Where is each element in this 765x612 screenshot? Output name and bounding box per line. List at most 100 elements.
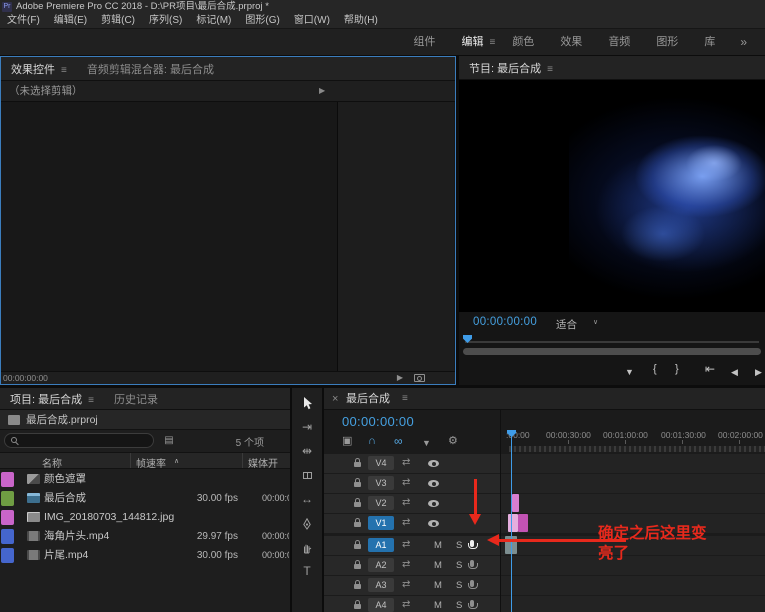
search-input[interactable]	[4, 433, 154, 448]
menu-item-help[interactable]: 帮助(H)	[337, 14, 385, 28]
track-target-badge[interactable]: A4	[368, 598, 394, 612]
razor-tool[interactable]	[292, 464, 322, 486]
snap-magnet-icon[interactable]: ∩	[368, 434, 376, 448]
mark-out-button[interactable]: }	[675, 361, 679, 377]
playhead-line[interactable]	[511, 432, 512, 612]
solo-button[interactable]: S	[456, 559, 462, 572]
panel-menu-icon[interactable]: ≡	[489, 37, 495, 48]
video-track-lane[interactable]	[501, 474, 765, 493]
hand-tool[interactable]	[292, 536, 322, 558]
timeline-settings-icon[interactable]: ⚙	[448, 434, 458, 448]
project-item-row[interactable]: IMG_20180703_144812.jpg	[0, 508, 290, 527]
video-track-lane[interactable]	[501, 454, 765, 473]
workspace-tab-effects[interactable]: 效果	[547, 29, 595, 55]
panel-menu-icon[interactable]: ≡	[547, 64, 553, 75]
track-output-eye-icon[interactable]	[428, 460, 439, 467]
track-target-badge[interactable]: V3	[368, 476, 394, 490]
workspace-tab-audio[interactable]: 音频	[595, 29, 643, 55]
track-lock-icon[interactable]	[354, 502, 361, 507]
go-to-in-button[interactable]: ⇤	[705, 361, 715, 377]
project-item-row[interactable]: 颜色遮罩	[0, 470, 290, 489]
label-chip[interactable]	[1, 491, 14, 506]
menu-item-sequence[interactable]: 序列(S)	[142, 14, 189, 28]
timeline-clip[interactable]	[512, 494, 519, 512]
label-chip[interactable]	[1, 472, 14, 487]
track-target-badge[interactable]: V2	[368, 496, 394, 510]
track-lock-icon[interactable]	[354, 604, 361, 609]
mute-button[interactable]: M	[434, 579, 442, 592]
track-output-eye-icon[interactable]	[428, 520, 439, 527]
panel-menu-icon[interactable]: ≡	[88, 395, 94, 406]
track-target-badge[interactable]: A2	[368, 558, 394, 572]
zoom-level-select[interactable]: 适合	[556, 317, 577, 332]
track-target-badge[interactable]: A3	[368, 578, 394, 592]
project-item-row[interactable]: 最后合成 30.00 fps 00:00:0	[0, 489, 290, 508]
collapse-arrow-icon[interactable]: ▶	[319, 87, 325, 95]
track-target-badge[interactable]: V1	[368, 516, 394, 530]
panel-menu-icon[interactable]: ≡	[402, 393, 408, 405]
workspace-overflow-icon[interactable]: »	[728, 35, 765, 49]
project-item-row[interactable]: 片尾.mp4 30.00 fps 00:00:0	[0, 546, 290, 565]
tab-project[interactable]: 项目: 最后合成≡	[0, 391, 104, 407]
panel-menu-icon[interactable]: ≡	[61, 65, 67, 76]
track-output-eye-icon[interactable]	[428, 500, 439, 507]
solo-button[interactable]: S	[456, 579, 462, 592]
voiceover-record-icon[interactable]	[470, 580, 474, 587]
menu-item-file[interactable]: 文件(F)	[0, 14, 47, 28]
step-back-button[interactable]: ◀	[731, 364, 738, 380]
track-lock-icon[interactable]	[354, 522, 361, 527]
close-icon[interactable]: ×	[332, 392, 338, 406]
track-lock-icon[interactable]	[354, 564, 361, 569]
track-lock-icon[interactable]	[354, 482, 361, 487]
tab-history[interactable]: 历史记录	[104, 391, 168, 407]
label-chip[interactable]	[1, 548, 14, 563]
project-file-name[interactable]: 最后合成.prproj	[26, 410, 98, 430]
chevron-down-icon[interactable]: ∨	[593, 318, 598, 326]
column-media-start[interactable]: 媒体开	[248, 455, 278, 470]
timeline-timecode[interactable]: 00:00:00:00	[342, 414, 414, 429]
label-chip[interactable]	[1, 510, 14, 525]
workspace-tab-graphics[interactable]: 图形	[643, 29, 691, 55]
voiceover-record-icon[interactable]	[470, 540, 474, 547]
video-track-lane[interactable]	[501, 494, 765, 513]
menu-item-window[interactable]: 窗口(W)	[287, 14, 337, 28]
sync-lock-icon[interactable]: ⇄	[402, 558, 410, 572]
menu-item-graphics[interactable]: 图形(G)	[238, 14, 286, 28]
mute-button[interactable]: M	[434, 539, 442, 552]
track-target-badge[interactable]: V4	[368, 456, 394, 470]
list-view-icon[interactable]: ▤	[160, 433, 178, 448]
item-name[interactable]: 海角片头.mp4	[44, 527, 109, 546]
workspace-tab-components[interactable]: 组件	[400, 29, 448, 55]
track-lock-icon[interactable]	[354, 544, 361, 549]
workspace-tab-libraries[interactable]: 库	[691, 29, 728, 55]
tab-audio-clip-mixer[interactable]: 音频剪辑混合器: 最后合成	[77, 61, 224, 77]
workspace-tab-editing[interactable]: 编辑≡	[448, 29, 499, 56]
sync-lock-icon[interactable]: ⇄	[402, 578, 410, 592]
project-item-row[interactable]: 海角片头.mp4 29.97 fps 00:00:0	[0, 527, 290, 546]
ripple-edit-tool[interactable]: ⇹	[292, 440, 322, 462]
tab-effect-controls[interactable]: 效果控件≡	[1, 61, 77, 77]
project-root-row[interactable]: 最后合成.prproj	[0, 410, 290, 430]
add-marker-button[interactable]: ▼	[625, 364, 634, 380]
item-name[interactable]: 片尾.mp4	[44, 546, 88, 565]
menu-item-clip[interactable]: 剪辑(C)	[94, 14, 142, 28]
sync-lock-icon[interactable]: ⇄	[402, 456, 410, 470]
audio-track-lane[interactable]	[501, 576, 765, 595]
item-name[interactable]: IMG_20180703_144812.jpg	[44, 508, 174, 527]
timeline-clip[interactable]	[508, 514, 518, 532]
mute-button[interactable]: M	[434, 559, 442, 572]
slip-tool[interactable]: ↔	[292, 488, 322, 510]
timeline-track-area[interactable]: :00:00 00:00:30:00 00:01:00:00 00:01:30:…	[501, 388, 765, 612]
item-name[interactable]: 最后合成	[44, 489, 86, 508]
label-chip[interactable]	[1, 529, 14, 544]
program-zoom-scrollbar[interactable]	[463, 348, 761, 355]
solo-button[interactable]: S	[456, 599, 462, 612]
track-target-badge[interactable]: A1	[368, 538, 394, 552]
sync-lock-icon[interactable]: ⇄	[402, 538, 410, 552]
voiceover-record-icon[interactable]	[470, 600, 474, 607]
voiceover-record-icon[interactable]	[470, 560, 474, 567]
sync-lock-icon[interactable]: ⇄	[402, 598, 410, 612]
menu-item-markers[interactable]: 标记(M)	[189, 14, 238, 28]
selection-tool[interactable]	[292, 392, 322, 414]
track-lock-icon[interactable]	[354, 584, 361, 589]
